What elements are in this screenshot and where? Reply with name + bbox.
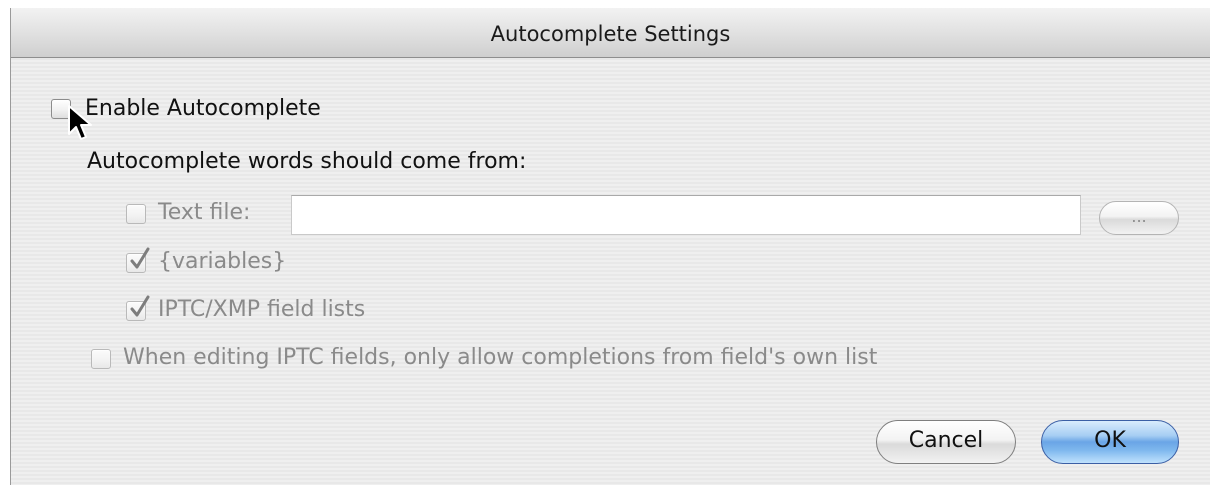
variables-checkbox[interactable] bbox=[126, 247, 150, 273]
arrow-pointer-icon bbox=[68, 105, 92, 140]
iptc-xmp-field-lists-checkbox[interactable] bbox=[126, 295, 150, 321]
own-list-only-checkbox[interactable] bbox=[91, 349, 111, 369]
autocomplete-settings-dialog: Autocomplete Settings Enable Autocomplet… bbox=[10, 8, 1210, 485]
enable-autocomplete-label: Enable Autocomplete bbox=[85, 96, 321, 121]
cancel-button[interactable]: Cancel bbox=[876, 420, 1016, 464]
browse-button[interactable]: ... bbox=[1099, 201, 1179, 235]
title-bar: Autocomplete Settings bbox=[11, 8, 1210, 58]
text-file-label: Text file: bbox=[158, 200, 251, 225]
own-list-only-label: When editing IPTC fields, only allow com… bbox=[123, 345, 878, 370]
checkmark-icon bbox=[130, 247, 150, 269]
variables-label: {variables} bbox=[158, 249, 287, 274]
checkmark-icon bbox=[130, 295, 150, 317]
ok-button[interactable]: OK bbox=[1041, 420, 1179, 464]
text-file-path-field[interactable] bbox=[291, 195, 1081, 235]
autocomplete-source-heading: Autocomplete words should come from: bbox=[87, 149, 527, 174]
text-file-checkbox[interactable] bbox=[126, 204, 146, 224]
iptc-xmp-field-lists-label: IPTC/XMP field lists bbox=[158, 297, 366, 322]
window-title: Autocomplete Settings bbox=[490, 22, 731, 46]
